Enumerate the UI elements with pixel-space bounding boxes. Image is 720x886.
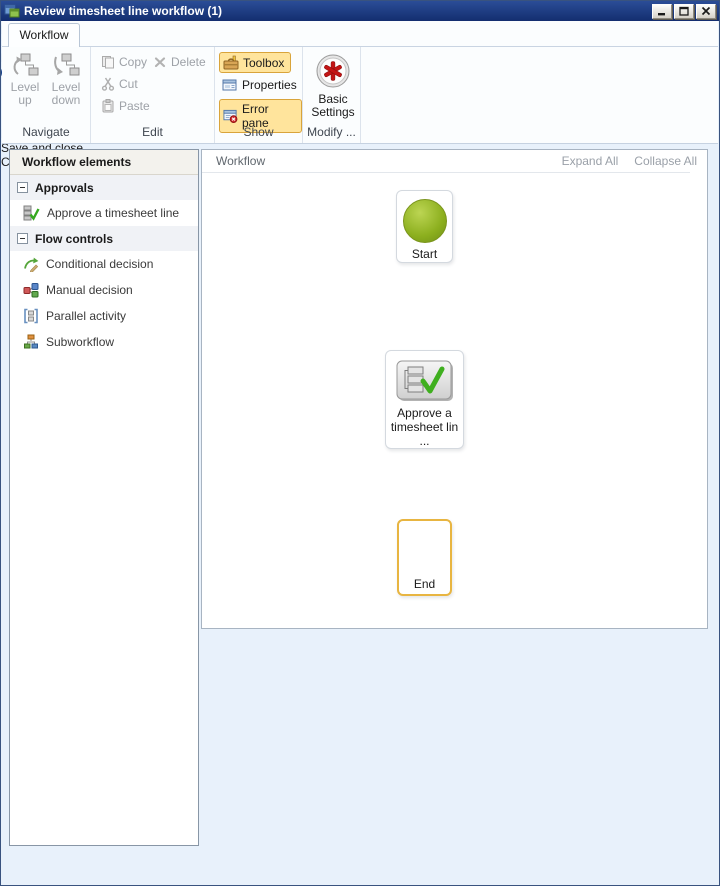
node-approve-timesheet-line[interactable]: Approve a timesheet lin ... bbox=[385, 350, 464, 449]
level-down-button[interactable]: Level down bbox=[46, 53, 86, 107]
ribbon-group-edit: Copy Delete Cut bbox=[91, 47, 215, 143]
toolbox-icon bbox=[223, 55, 239, 70]
level-down-icon bbox=[52, 53, 80, 77]
paste-icon bbox=[101, 99, 115, 113]
app-icon bbox=[4, 3, 20, 19]
parallel-activity-icon bbox=[23, 308, 39, 324]
copy-icon bbox=[101, 55, 115, 69]
workflow-editor-window: Review timesheet line workflow (1) Workf… bbox=[0, 0, 720, 886]
group-label-navigate: Navigate bbox=[2, 125, 90, 139]
approval-element-icon bbox=[23, 205, 40, 221]
element-manual-decision[interactable]: Manual decision bbox=[10, 277, 198, 303]
node-label: Start bbox=[397, 247, 452, 261]
flow-controls-label: Flow controls bbox=[35, 232, 113, 246]
close-icon bbox=[701, 6, 711, 16]
cut-label: Cut bbox=[119, 77, 138, 91]
subworkflow-icon bbox=[23, 334, 39, 350]
maximize-button[interactable] bbox=[674, 4, 694, 19]
title-bar: Review timesheet line workflow (1) bbox=[1, 1, 719, 21]
collapse-icon[interactable] bbox=[17, 182, 28, 193]
node-start[interactable]: Start bbox=[396, 190, 453, 263]
conditional-decision-icon bbox=[23, 256, 39, 272]
level-up-label: Level up bbox=[11, 80, 40, 107]
properties-label: Properties bbox=[242, 78, 297, 92]
expand-all-link[interactable]: Expand All bbox=[562, 154, 619, 168]
ribbon-group-navigate: Level up Level down Navigate bbox=[2, 47, 91, 143]
ribbon: Workflow Level up bbox=[2, 21, 718, 144]
level-down-label: Level down bbox=[52, 80, 81, 107]
basic-settings-button[interactable]: Basic Settings bbox=[311, 53, 355, 119]
group-label-show: Show bbox=[215, 125, 302, 139]
manual-decision-icon bbox=[23, 282, 39, 298]
ribbon-body: Level up Level down Navigate bbox=[2, 46, 718, 143]
delete-label: Delete bbox=[171, 55, 206, 69]
maximize-icon bbox=[679, 6, 689, 16]
canvas-body[interactable]: Start Approve a timesheet lin ... End bbox=[202, 172, 690, 611]
ribbon-group-modify: Basic Settings Modify ... bbox=[303, 47, 361, 143]
properties-button[interactable]: Properties bbox=[219, 76, 303, 94]
elements-panel-title: Workflow elements bbox=[10, 150, 198, 175]
element-parallel-activity[interactable]: Parallel activity bbox=[10, 303, 198, 329]
window-title: Review timesheet line workflow (1) bbox=[24, 4, 222, 18]
start-node-icon bbox=[403, 199, 447, 243]
element-conditional-decision[interactable]: Conditional decision bbox=[10, 251, 198, 277]
node-end[interactable]: End bbox=[397, 519, 452, 596]
canvas-title: Workflow bbox=[216, 154, 265, 168]
workflow-elements-panel: Workflow elements Approvals Approve a ti… bbox=[9, 149, 199, 846]
node-label: Approve a timesheet lin ... bbox=[386, 406, 463, 448]
element-subworkflow[interactable]: Subworkflow bbox=[10, 329, 198, 355]
basic-settings-label: Basic Settings bbox=[311, 92, 354, 119]
paste-button[interactable]: Paste bbox=[101, 99, 150, 113]
end-node-icon bbox=[403, 529, 447, 573]
delete-button[interactable]: Delete bbox=[153, 55, 206, 69]
level-up-icon bbox=[11, 53, 39, 77]
canvas-header: Workflow Expand All Collapse All bbox=[202, 150, 707, 172]
section-flow-controls[interactable]: Flow controls bbox=[10, 226, 198, 251]
error-pane-icon bbox=[223, 109, 238, 124]
copy-button[interactable]: Copy bbox=[101, 55, 147, 69]
element-label: Conditional decision bbox=[46, 257, 153, 271]
minimize-icon bbox=[657, 6, 667, 16]
element-label: Approve a timesheet line bbox=[47, 206, 179, 220]
element-label: Parallel activity bbox=[46, 309, 126, 323]
cut-icon bbox=[101, 77, 115, 91]
copy-label: Copy bbox=[119, 55, 147, 69]
node-label: End bbox=[399, 577, 450, 591]
collapse-all-link[interactable]: Collapse All bbox=[634, 154, 697, 168]
properties-icon bbox=[222, 78, 238, 92]
toolbox-label: Toolbox bbox=[243, 56, 284, 70]
element-label: Subworkflow bbox=[46, 335, 114, 349]
close-button[interactable] bbox=[696, 4, 716, 19]
collapse-icon[interactable] bbox=[17, 233, 28, 244]
cut-button[interactable]: Cut bbox=[101, 77, 138, 91]
workflow-canvas-panel: Workflow Expand All Collapse All Start bbox=[201, 149, 708, 629]
tab-workflow[interactable]: Workflow bbox=[8, 23, 80, 47]
element-approve-timesheet-line[interactable]: Approve a timesheet line bbox=[10, 200, 198, 226]
ribbon-group-show: Toolbox Properties bbox=[215, 47, 303, 143]
delete-icon bbox=[153, 55, 167, 69]
element-label: Manual decision bbox=[46, 283, 133, 297]
group-label-modify: Modify ... bbox=[303, 125, 360, 139]
approval-task-icon bbox=[396, 360, 454, 402]
paste-label: Paste bbox=[119, 99, 150, 113]
basic-settings-icon bbox=[315, 53, 351, 89]
group-label-edit: Edit bbox=[91, 125, 214, 139]
section-approvals[interactable]: Approvals bbox=[10, 175, 198, 200]
minimize-button[interactable] bbox=[652, 4, 672, 19]
level-up-button[interactable]: Level up bbox=[5, 53, 45, 107]
toolbox-button[interactable]: Toolbox bbox=[219, 52, 291, 73]
approvals-label: Approvals bbox=[35, 181, 94, 195]
